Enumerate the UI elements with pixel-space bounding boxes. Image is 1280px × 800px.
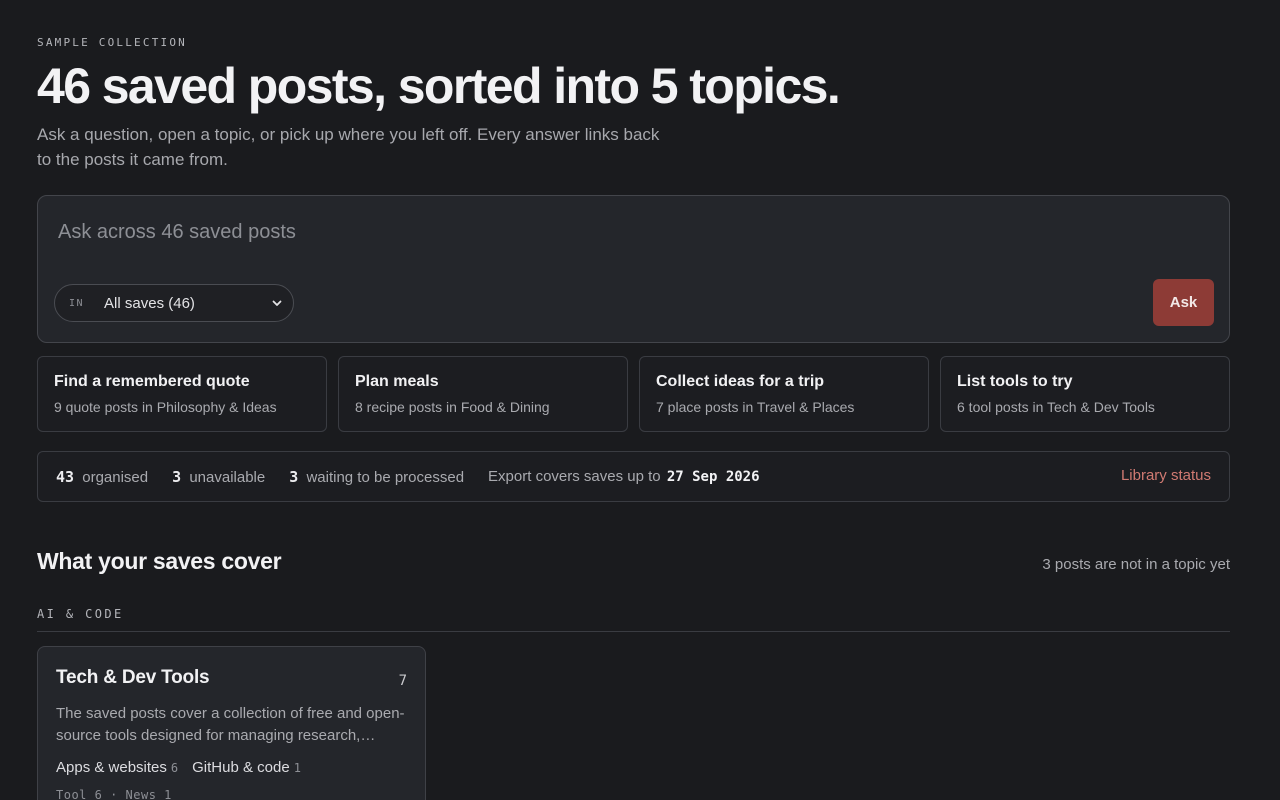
scope-value: All saves (46) (104, 294, 195, 312)
section-title: What your saves cover (37, 548, 282, 574)
subtopic[interactable]: GitHub & code 1 (192, 759, 301, 776)
export-date: 27 Sep 2026 (666, 469, 760, 485)
topic-count: 7 (398, 673, 407, 689)
suggestion-card[interactable]: Find a remembered quote 9 quote posts in… (37, 356, 327, 432)
scope-prefix: IN (69, 297, 85, 309)
suggestion-desc: 6 tool posts in Tech & Dev Tools (957, 399, 1155, 415)
suggestion-cards: Find a remembered quote 9 quote posts in… (37, 356, 1230, 432)
organised-label: organised (82, 468, 149, 486)
suggestion-title: Plan meals (355, 373, 439, 390)
page-subtitle: Ask a question, open a topic, or pick up… (37, 125, 660, 169)
library-status-link[interactable]: Library status (1121, 467, 1211, 484)
waiting-count: 3 (289, 467, 299, 486)
subtopic-count: 1 (293, 761, 301, 775)
stat-organised: 43 organised (56, 468, 148, 486)
unavailable-label: unavailable (189, 468, 266, 486)
suggestion-desc: 8 recipe posts in Food & Dining (355, 399, 550, 415)
unavailable-count: 3 (172, 467, 182, 486)
stat-export: Export covers saves up to 27 Sep 2026 (488, 468, 759, 485)
scope-select[interactable]: IN All saves (46) (54, 284, 294, 322)
subtopic-list: Apps & websites 6 GitHub & code 1 (56, 759, 407, 776)
ask-panel: IN All saves (46) Ask (37, 195, 1230, 343)
chevron-down-icon (272, 300, 282, 306)
suggestion-card[interactable]: Collect ideas for a trip 7 place posts i… (639, 356, 929, 432)
stat-waiting: 3 waiting to be processed (289, 468, 464, 486)
subtopic[interactable]: Apps & websites 6 (56, 759, 178, 776)
subtopic-count: 6 (170, 761, 179, 775)
subtopic-label: GitHub & code (192, 759, 290, 776)
topic-card[interactable]: Tech & Dev Tools 7 The saved posts cover… (37, 646, 426, 800)
page-title: 46 saved posts, sorted into 5 topics. (37, 58, 841, 114)
group-label: AI & CODE (37, 607, 124, 621)
suggestion-card[interactable]: List tools to try 6 tool posts in Tech &… (940, 356, 1230, 432)
suggestion-card[interactable]: Plan meals 8 recipe posts in Food & Dini… (338, 356, 628, 432)
library-status-bar: 43 organised 3 unavailable 3 waiting to … (37, 451, 1230, 502)
topic-name: Tech & Dev Tools (56, 667, 210, 688)
suggestion-desc: 7 place posts in Travel & Places (656, 399, 855, 415)
eyebrow: SAMPLE COLLECTION (37, 36, 187, 49)
stat-unavailable: 3 unavailable (172, 468, 265, 486)
organised-count: 43 (56, 467, 75, 486)
post-type-breakdown: Tool 6 · News 1 (56, 788, 172, 800)
suggestion-desc: 9 quote posts in Philosophy & Ideas (54, 399, 277, 415)
suggestion-title: Find a remembered quote (54, 373, 250, 390)
ask-button[interactable]: Ask (1153, 279, 1214, 326)
subtopic-label: Apps & websites (56, 759, 167, 776)
export-label: Export covers saves up to (488, 468, 661, 485)
waiting-label: waiting to be processed (306, 468, 465, 486)
ask-input[interactable] (58, 216, 958, 248)
suggestion-title: Collect ideas for a trip (656, 373, 825, 390)
divider (37, 631, 1230, 632)
topic-description: The saved posts cover a collection of fr… (56, 705, 405, 744)
suggestion-title: List tools to try (957, 373, 1073, 390)
unsorted-note: 3 posts are not in a topic yet (1042, 556, 1230, 573)
